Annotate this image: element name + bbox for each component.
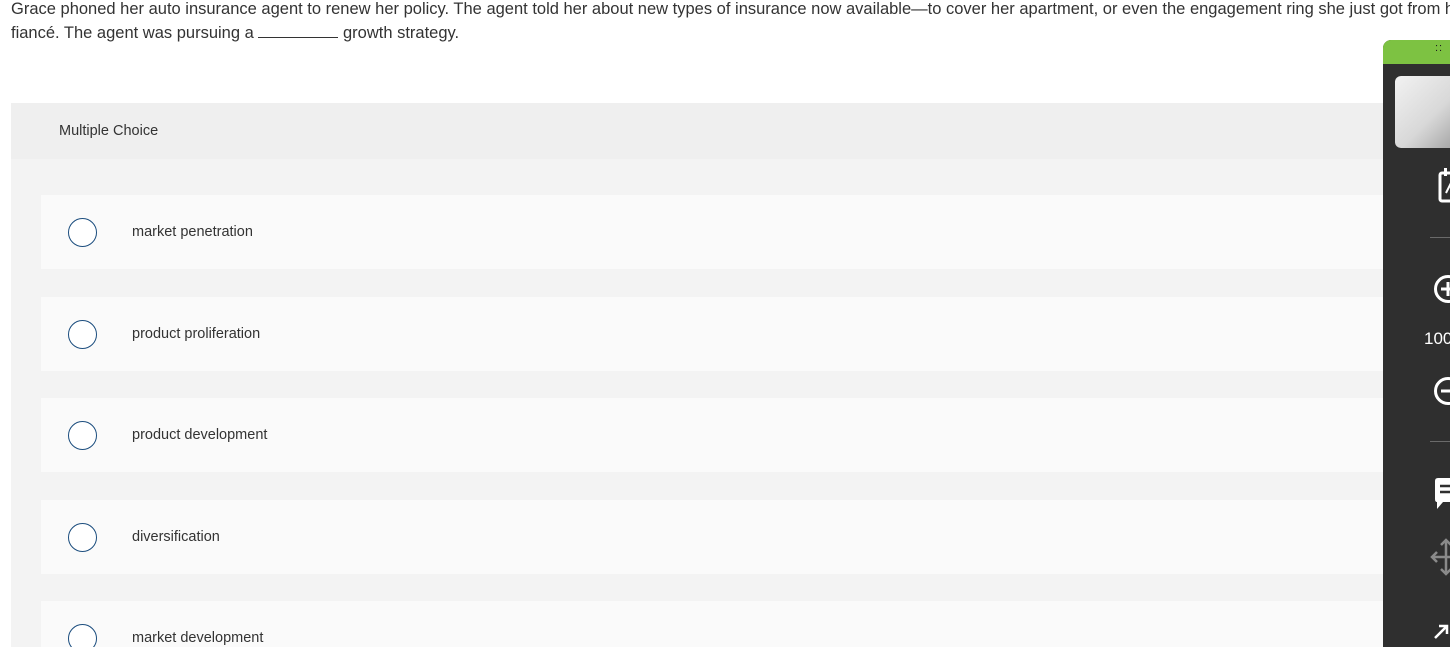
side-toolbar: :: 100	[1383, 40, 1450, 647]
expand-icon[interactable]	[1432, 623, 1450, 646]
comment-icon[interactable]	[1433, 477, 1450, 516]
page: Grace phoned her auto insurance agent to…	[0, 0, 1450, 647]
radio-button[interactable]	[68, 319, 97, 349]
thumbnail[interactable]	[1395, 76, 1450, 148]
option-label: market penetration	[132, 224, 253, 240]
multiple-choice-header: Multiple Choice	[11, 103, 1391, 159]
zoom-level: 100	[1424, 329, 1450, 348]
toolbar-drag-handle[interactable]: ::	[1383, 40, 1450, 64]
option-market-penetration[interactable]: market penetration	[41, 195, 1391, 269]
question-text-before: Grace phoned her auto insurance agent to…	[11, 0, 1450, 42]
move-icon[interactable]	[1429, 537, 1450, 582]
option-label: product development	[132, 427, 268, 443]
radio-button[interactable]	[68, 522, 97, 552]
multiple-choice-panel: Multiple Choice market penetration produ…	[11, 103, 1391, 647]
option-label: market development	[132, 630, 264, 646]
toolbar-divider	[1430, 237, 1450, 238]
question-text-after: growth strategy.	[342, 24, 460, 42]
radio-button[interactable]	[68, 420, 97, 450]
option-product-proliferation[interactable]: product proliferation	[41, 297, 1391, 371]
option-diversification[interactable]: diversification	[41, 500, 1391, 574]
drag-handle-icon: ::	[1435, 42, 1444, 54]
radio-button[interactable]	[68, 217, 97, 247]
answer-blank	[258, 23, 339, 38]
option-label: product proliferation	[132, 326, 261, 342]
zoom-out-icon[interactable]	[1433, 376, 1450, 411]
question-text: Grace phoned her auto insurance agent to…	[11, 0, 1450, 45]
calendar-icon[interactable]	[1438, 167, 1450, 208]
option-product-development[interactable]: product development	[41, 398, 1391, 472]
option-market-development[interactable]: market development	[41, 601, 1391, 647]
option-label: diversification	[132, 529, 220, 545]
toolbar-divider	[1430, 441, 1450, 442]
zoom-in-icon[interactable]	[1433, 274, 1450, 309]
radio-button[interactable]	[68, 623, 97, 647]
